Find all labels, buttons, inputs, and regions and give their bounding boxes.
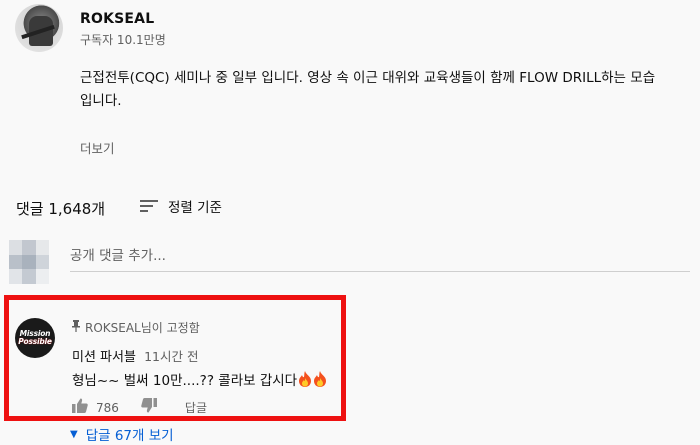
video-description-comments-panel: ROKSEAL 구독자 10.1만명 근접전투(CQC) 세미나 중 일부 입니… [0,0,700,445]
channel-avatar[interactable] [15,4,63,52]
comment-body: 형님~~ 벌써 10만....?? 콜라보 갑시다 [72,373,298,389]
comments-count: 댓글 1,648개 [16,200,106,218]
subscriber-count: 구독자 10.1만명 [80,33,166,47]
sort-icon [140,199,158,213]
channel-name[interactable]: ROKSEAL [80,11,154,27]
comment-time[interactable]: 11시간 전 [144,349,198,364]
fire-emoji-icon [298,371,312,387]
sort-button[interactable]: 정렬 기준 [140,196,222,216]
show-more-button[interactable]: 더보기 [80,138,115,157]
sort-label: 정렬 기준 [168,200,222,216]
caret-down-icon: ▼ [70,428,78,440]
avatar-logo-line-2: Possible [18,337,52,346]
comment-author[interactable]: 미션 파서블 [72,350,136,365]
view-replies-button[interactable]: ▼ 답글 67개 보기 [70,424,174,444]
pinned-label: ROKSEAL님이 고정함 [72,319,200,336]
thumbs-up-icon [72,398,88,417]
view-replies-label: 답글 67개 보기 [85,428,174,444]
like-button[interactable]: 786 [72,398,119,417]
add-comment-input[interactable]: 공개 댓글 추가... [70,244,690,272]
commenter-avatar[interactable]: Mission Possible [15,318,55,358]
dislike-button[interactable] [141,398,157,417]
fire-emoji-icon [313,371,327,387]
pin-icon [72,320,80,335]
video-description: 근접전투(CQC) 세미나 중 일부 입니다. 영상 속 이근 대위와 교육생들… [80,67,680,113]
comment-actions: 786 답글 [72,398,207,417]
description-line-1: 근접전투(CQC) 세미나 중 일부 입니다. 영상 속 이근 대위와 교육생들… [80,70,656,86]
pinned-by-text: ROKSEAL님이 고정함 [85,321,200,335]
user-avatar [9,240,49,284]
comment-text: 형님~~ 벌써 10만....?? 콜라보 갑시다 [72,369,327,389]
description-line-2: 입니다. [80,93,122,109]
comment-meta: 미션 파서블 11시간 전 [72,346,198,365]
reply-button[interactable]: 답글 [185,399,207,416]
thumbs-down-icon [141,398,157,417]
like-count: 786 [96,400,119,415]
